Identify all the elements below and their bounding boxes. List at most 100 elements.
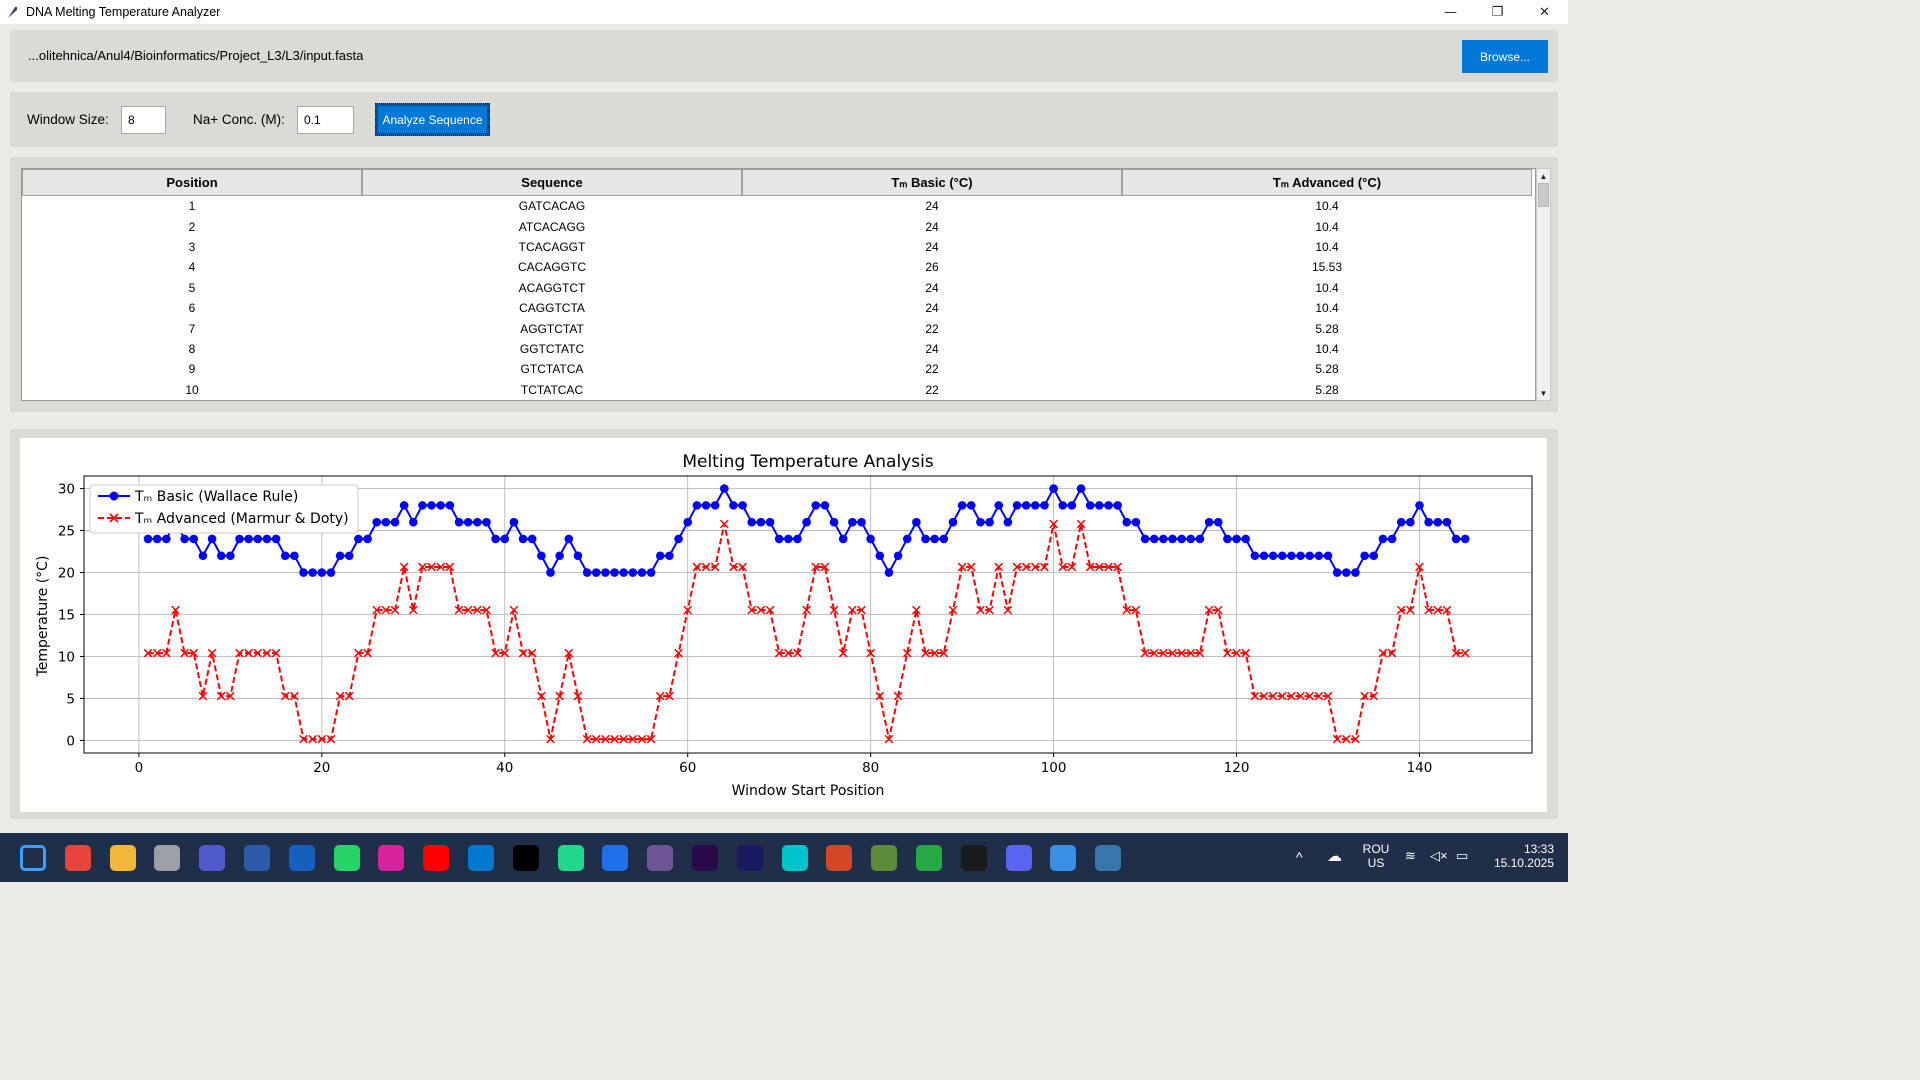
scroll-down-icon[interactable]: ▼	[1537, 386, 1550, 400]
table-row[interactable]: 6 CAGGTCTA 24 10.4	[22, 298, 1535, 318]
table-scrollbar[interactable]: ▲ ▼	[1536, 168, 1551, 401]
data-point-basic	[299, 568, 308, 577]
table-row[interactable]: 7 AGGTCTAT 22 5.28	[22, 318, 1535, 338]
wifi-icon[interactable]: ≋	[1405, 848, 1416, 864]
chrome-icon[interactable]	[64, 845, 91, 871]
intellij-icon[interactable]	[512, 845, 539, 871]
window-title: DNA Melting Temperature Analyzer	[26, 5, 221, 19]
data-point-basic	[646, 568, 656, 577]
canva-icon[interactable]	[781, 845, 808, 871]
table-row[interactable]: 2 ATCACAGG 24 10.4	[22, 216, 1535, 236]
column-header-position[interactable]: Position	[22, 169, 362, 196]
minecraft-icon[interactable]	[871, 845, 898, 871]
cell-sequence: CAGGTCTA	[519, 301, 585, 316]
windows-start-icon[interactable]	[20, 845, 46, 871]
table-row[interactable]: 9 GTCTATCA 22 5.28	[22, 359, 1535, 379]
data-point-basic	[930, 534, 939, 544]
data-point-basic	[591, 568, 601, 577]
data-point-basic	[966, 501, 976, 510]
sourcetree-icon[interactable]	[602, 845, 629, 871]
cell-tm-advanced: 10.4	[1315, 341, 1339, 356]
icloud-icon[interactable]	[1050, 845, 1077, 871]
file-explorer-icon[interactable]	[109, 845, 136, 871]
analyze-sequence-button[interactable]: Analyze Sequence	[375, 103, 490, 136]
onedrive-icon[interactable]: ☁	[1327, 847, 1342, 865]
data-point-basic	[390, 517, 400, 527]
powerpoint-icon[interactable]	[826, 845, 853, 871]
logitech-icon[interactable]	[960, 845, 987, 871]
whatsapp-icon[interactable]	[333, 845, 360, 871]
defender-icon[interactable]	[288, 845, 315, 871]
premiere-icon[interactable]	[692, 845, 718, 871]
data-point-basic	[271, 534, 281, 544]
data-point-basic	[912, 517, 921, 527]
data-point-basic	[244, 534, 253, 544]
discord-icon[interactable]	[1005, 845, 1032, 871]
na-conc-input[interactable]: 0.1	[297, 106, 354, 134]
cell-tm-advanced: 5.28	[1315, 362, 1339, 377]
data-point-basic	[1387, 534, 1397, 544]
data-point-basic	[784, 534, 793, 544]
data-point-basic	[637, 568, 647, 577]
clock[interactable]: 13:33 15.10.2025	[1482, 842, 1554, 870]
table-row[interactable]: 10 TCTATCAC 22 5.28	[22, 380, 1535, 400]
data-point-basic	[308, 568, 317, 577]
teams-icon[interactable]	[199, 845, 226, 871]
data-point-basic	[344, 551, 354, 561]
x-tick-label: 80	[862, 760, 879, 776]
data-point-basic	[1268, 551, 1278, 561]
scroll-up-icon[interactable]: ▲	[1537, 169, 1550, 183]
data-point-basic	[939, 534, 949, 544]
data-point-basic	[729, 501, 738, 510]
melting-temperature-chart: 0 20 40 60 80 100 120 140 0 5 10 15 20 25 30 Melting T…	[35, 452, 1533, 799]
github-icon[interactable]	[647, 845, 674, 871]
data-point-basic	[537, 551, 546, 561]
xbox-icon[interactable]	[916, 845, 942, 871]
table-row[interactable]: 5 ACAGGTCT 24 10.4	[22, 278, 1535, 298]
scrollbar-thumb[interactable]	[1538, 183, 1549, 207]
vscode-icon[interactable]	[468, 845, 494, 871]
volume-muted-icon[interactable]: ◁×	[1430, 848, 1448, 864]
data-point-basic	[1213, 517, 1223, 527]
language-indicator[interactable]: ROU US	[1356, 842, 1396, 870]
data-point-basic	[976, 517, 985, 527]
data-point-basic	[1085, 501, 1095, 510]
browse-button[interactable]: Browse...	[1462, 40, 1548, 73]
python-icon[interactable]	[1095, 845, 1122, 871]
legend-label-basic: Tₘ Basic (Wallace Rule)	[134, 489, 298, 505]
youtube-icon[interactable]	[423, 845, 450, 871]
after-effects-icon[interactable]	[736, 845, 763, 871]
data-point-basic	[1241, 534, 1250, 544]
minimize-button[interactable]: —	[1427, 0, 1474, 24]
powershell-icon[interactable]	[244, 845, 270, 871]
data-point-basic	[1067, 501, 1077, 510]
table-row[interactable]: 4 CACAGGTC 26 15.53	[22, 257, 1535, 277]
data-point-basic	[720, 484, 729, 493]
column-header-tm-basic[interactable]: Tₘ Basic (°C)	[742, 169, 1122, 196]
show-hidden-icons-icon[interactable]: ^	[1296, 849, 1303, 865]
apple-icon[interactable]	[154, 845, 181, 871]
table-row[interactable]: 8 GGTCTATC 24 10.4	[22, 339, 1535, 359]
column-header-sequence[interactable]: Sequence	[362, 169, 742, 196]
data-point-basic	[655, 551, 665, 561]
cell-position: 8	[188, 341, 196, 356]
restore-button[interactable]: ❐	[1474, 0, 1521, 24]
column-header-tm-advanced[interactable]: Tₘ Advanced (°C)	[1122, 169, 1532, 196]
close-button[interactable]: ✕	[1521, 0, 1568, 24]
na-conc-label: Na+ Conc. (M):	[193, 112, 285, 127]
cell-position: 2	[188, 219, 196, 234]
window-size-input[interactable]: 8	[121, 106, 166, 134]
pycharm-icon[interactable]	[557, 845, 584, 871]
table-row[interactable]: 3 TCACAGGT 24 10.4	[22, 237, 1535, 257]
data-point-basic	[207, 534, 217, 544]
table-row[interactable]: 1 GATCACAG 24 10.4	[22, 196, 1535, 216]
data-point-basic	[1049, 484, 1058, 493]
data-point-basic	[509, 517, 519, 527]
battery-icon[interactable]: ▭	[1456, 848, 1468, 864]
data-point-basic	[756, 517, 766, 527]
data-point-basic	[994, 501, 1004, 510]
data-point-basic	[436, 501, 446, 510]
cell-tm-advanced: 10.4	[1315, 219, 1339, 234]
instagram-icon[interactable]	[378, 845, 405, 871]
data-point-basic	[665, 551, 674, 561]
